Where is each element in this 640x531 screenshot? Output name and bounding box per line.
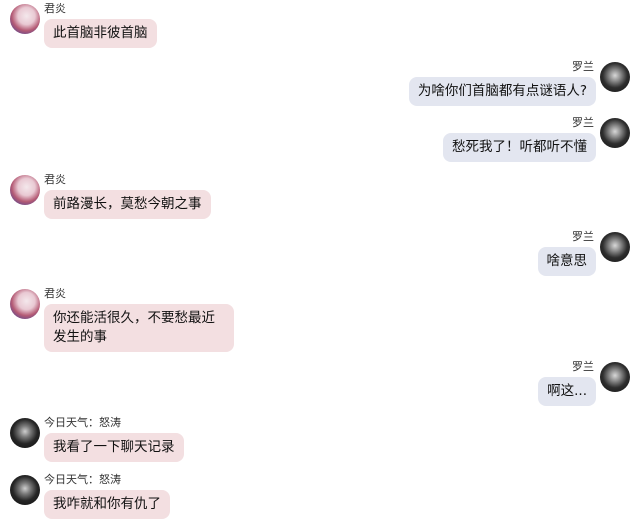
- junyan-avatar-icon[interactable]: [10, 4, 40, 34]
- message-bubble[interactable]: 愁死我了！听都听不懂: [443, 133, 596, 162]
- sender-name: 君炎: [44, 2, 66, 15]
- luolan-avatar-icon[interactable]: [600, 232, 630, 262]
- message-bubble[interactable]: 为啥你们首脑都有点谜语人?: [408, 77, 596, 106]
- message-bubble[interactable]: 前路漫长，莫愁今朝之事: [44, 190, 211, 219]
- sender-name: 君炎: [44, 173, 66, 186]
- sender-name: 罗兰: [572, 360, 594, 373]
- luolan-avatar-icon[interactable]: [600, 362, 630, 392]
- sender-name: 罗兰: [572, 230, 594, 243]
- junyan-avatar-icon[interactable]: [10, 289, 40, 319]
- message-bubble[interactable]: 此首脑非彼首脑: [44, 19, 157, 48]
- jinri-avatar-icon[interactable]: [10, 418, 40, 448]
- message-bubble[interactable]: 啥意思: [537, 247, 596, 276]
- junyan-avatar-icon[interactable]: [10, 175, 40, 205]
- message-bubble[interactable]: 我咋就和你有仇了: [44, 490, 170, 519]
- sender-name: 君炎: [44, 287, 66, 300]
- jinri-avatar-icon[interactable]: [10, 475, 40, 505]
- message-bubble[interactable]: 啊这...: [538, 377, 596, 406]
- chat-log: 君炎 此首脑非彼首脑 罗兰 为啥你们首脑都有点谜语人? 罗兰 愁死我了！听都听不…: [0, 0, 640, 531]
- message-bubble[interactable]: 你还能活很久，不要愁最近发生的事: [44, 304, 234, 352]
- message-bubble[interactable]: 我看了一下聊天记录: [44, 433, 184, 462]
- sender-name: 今日天气：怒涛: [44, 416, 121, 429]
- sender-name: 罗兰: [572, 116, 594, 129]
- sender-name: 今日天气：怒涛: [44, 473, 121, 486]
- luolan-avatar-icon[interactable]: [600, 62, 630, 92]
- luolan-avatar-icon[interactable]: [600, 118, 630, 148]
- sender-name: 罗兰: [572, 60, 594, 73]
